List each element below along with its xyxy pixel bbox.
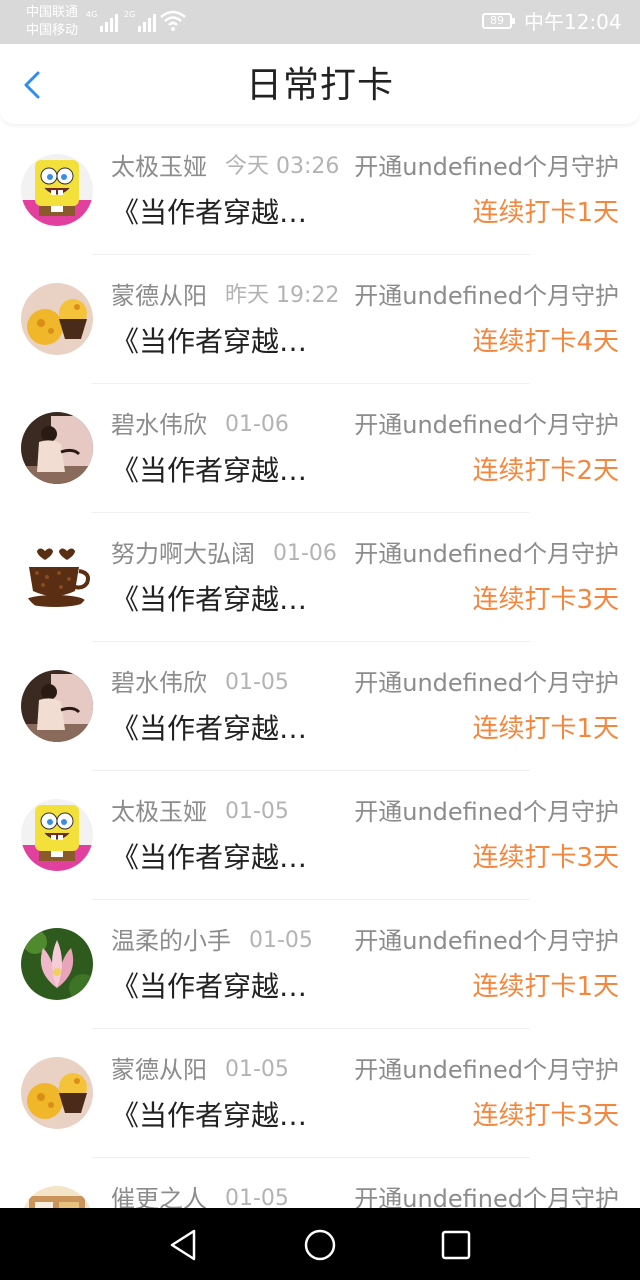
checkin-streak: 连续打卡1天 (472, 714, 619, 744)
user-name[interactable]: 蒙德从阳 (111, 1055, 207, 1085)
nav-home-button[interactable] (300, 1225, 340, 1265)
book-title[interactable]: 《当作者穿越… (111, 970, 307, 1004)
guard-status: 开通undefined个月守护 (354, 411, 619, 439)
user-name[interactable]: 太极玉娅 (111, 797, 207, 827)
guard-status: 开通undefined个月守护 (354, 1056, 619, 1084)
user-name[interactable]: 蒙德从阳 (111, 281, 207, 311)
avatar[interactable] (21, 799, 93, 871)
carrier-2-label: 中国移动 (26, 23, 79, 38)
page-title: 日常打卡 (245, 65, 394, 106)
book-title[interactable]: 《当作者穿越… (111, 196, 307, 230)
carrier-info: 中国联通 中国移动 (26, 4, 78, 40)
checkin-streak: 连续打卡2天 (472, 456, 619, 486)
avatar[interactable] (21, 1057, 93, 1129)
user-name[interactable]: 温柔的小手 (111, 926, 231, 956)
list-item[interactable]: 太极玉娅 今天 03:26 开通undefined个月守护《当作者穿越… 连续打卡1天 (0, 126, 640, 255)
status-bar: 中国联通 中国移动 4G 2G 89 中午12:04 (0, 0, 640, 44)
post-time: 01-05 (249, 928, 313, 953)
signal-4g-icon: 4G (86, 10, 119, 32)
list-item[interactable]: 温柔的小手 01-05 开通undefined个月守护《当作者穿越… 连续打卡1天 (0, 900, 640, 1029)
book-title[interactable]: 《当作者穿越… (111, 1099, 307, 1133)
signal-2g-icon: 2G (124, 10, 157, 32)
network-1-label: 4G (86, 10, 98, 19)
list-item[interactable]: 碧水伟欣 01-05 开通undefined个月守护《当作者穿越… 连续打卡1天 (0, 642, 640, 771)
list-item[interactable]: 太极玉娅 01-05 开通undefined个月守护《当作者穿越… 连续打卡3天 (0, 771, 640, 900)
post-time: 01-06 (225, 412, 289, 437)
battery-level: 89 (490, 14, 504, 27)
guard-status: 开通undefined个月守护 (354, 540, 619, 568)
wifi-icon (160, 10, 186, 31)
checkin-streak: 连续打卡1天 (472, 198, 619, 228)
avatar[interactable] (21, 412, 93, 484)
book-title[interactable]: 《当作者穿越… (111, 583, 307, 617)
nav-recents-button[interactable] (436, 1225, 476, 1265)
book-title[interactable]: 《当作者穿越… (111, 712, 307, 746)
checkin-list: 太极玉娅 今天 03:26 开通undefined个月守护 《当作者穿越… 连续打卡1天… (0, 126, 640, 1280)
post-time: 01-05 (225, 670, 289, 695)
avatar[interactable] (21, 154, 93, 226)
guard-status: 开通undefined个月守护 (354, 153, 619, 181)
guard-status: 开通undefined个月守护 (354, 669, 619, 697)
post-time: 今天 03:26 (225, 154, 340, 179)
checkin-streak: 连续打卡3天 (472, 585, 619, 615)
user-name[interactable]: 太极玉娅 (111, 152, 207, 182)
guard-status: 开通undefined个月守护 (354, 282, 619, 310)
guard-status: 开通undefined个月守护 (354, 927, 619, 955)
post-time: 01-06 (273, 541, 337, 566)
avatar[interactable] (21, 283, 93, 355)
carrier-1-label: 中国联通 (26, 5, 79, 20)
user-name[interactable]: 努力啊大弘阔 (111, 539, 255, 569)
list-item[interactable]: 努力啊大弘阔 01-06 开通undefined个月守护《当作者穿越… 连续打卡3天 (0, 513, 640, 642)
checkin-streak: 连续打卡4天 (472, 327, 619, 357)
book-title[interactable]: 《当作者穿越… (111, 841, 307, 875)
list-item[interactable]: 蒙德从阳 昨天 19:22 开通undefined个月守护《当作者穿越… 连续打卡4天 (0, 255, 640, 384)
post-time: 01-05 (225, 799, 289, 824)
checkin-streak: 连续打卡3天 (472, 843, 619, 873)
post-time: 01-05 (225, 1057, 289, 1082)
book-title[interactable]: 《当作者穿越… (111, 325, 307, 359)
status-time: 中午12:04 (524, 10, 622, 34)
avatar[interactable] (21, 670, 93, 742)
user-name[interactable]: 碧水伟欣 (111, 410, 207, 440)
checkin-streak: 连续打卡3天 (472, 1101, 619, 1131)
system-nav-bar (0, 1208, 640, 1280)
guard-status: 开通undefined个月守护 (354, 798, 619, 826)
user-name[interactable]: 碧水伟欣 (111, 668, 207, 698)
nav-back-button[interactable] (164, 1225, 204, 1265)
battery-icon: 89 (482, 13, 515, 29)
post-time: 昨天 19:22 (225, 283, 340, 308)
checkin-streak: 连续打卡1天 (472, 972, 619, 1002)
header-bar: 日常打卡 (0, 44, 640, 124)
avatar[interactable] (21, 541, 93, 613)
list-item[interactable]: 蒙德从阳 01-05 开通undefined个月守护《当作者穿越… 连续打卡3天 (0, 1029, 640, 1158)
network-2-label: 2G (124, 10, 136, 19)
app-screen: 中国联通 中国移动 4G 2G 89 中午12:04 日常打卡 太极玉娅 今天 … (0, 0, 640, 1280)
avatar[interactable] (21, 928, 93, 1000)
book-title[interactable]: 《当作者穿越… (111, 454, 307, 488)
list-item[interactable]: 碧水伟欣 01-06 开通undefined个月守护《当作者穿越… 连续打卡2天 (0, 384, 640, 513)
